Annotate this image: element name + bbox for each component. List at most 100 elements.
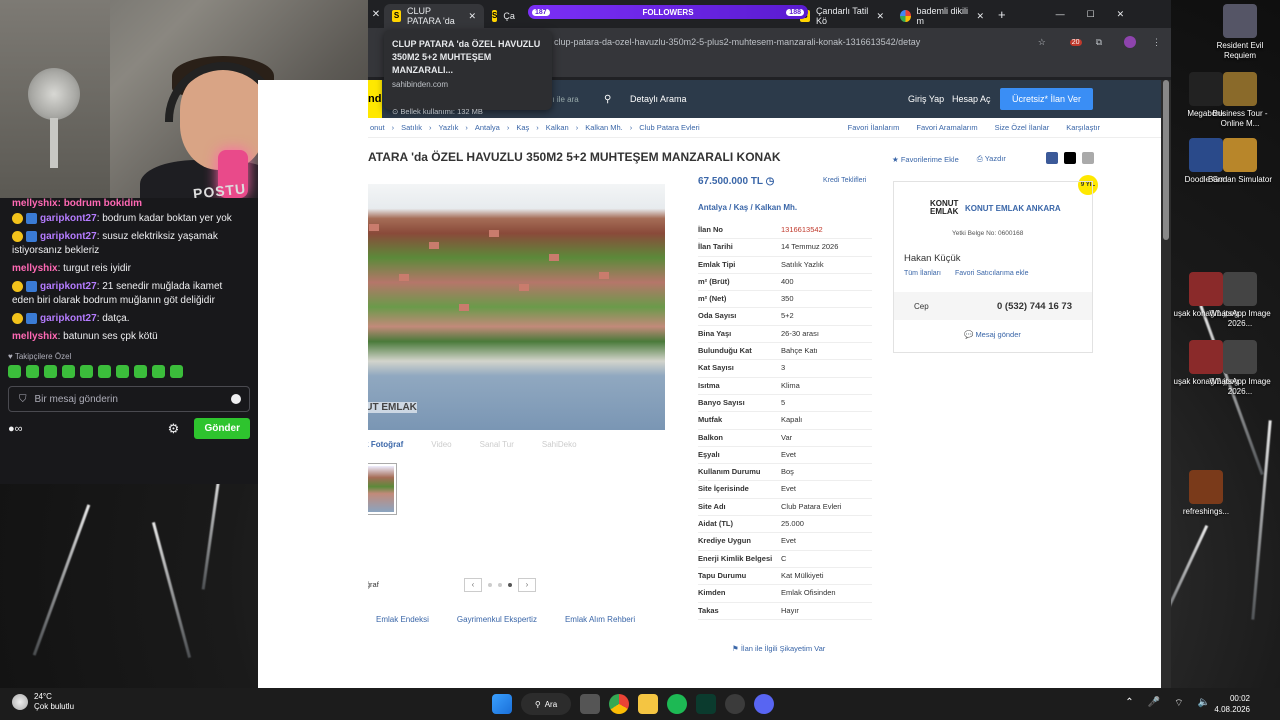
taskbar-search[interactable]: ⚲ Ara <box>521 693 571 715</box>
all-ads-link[interactable]: Tüm İlanları <box>904 270 941 277</box>
chat-username[interactable]: garipkont27 <box>40 281 97 292</box>
favorite-seller-link[interactable]: Favori Satıcılarıma ekle <box>955 270 1029 277</box>
desktop-icon[interactable]: Barman Simulator <box>1206 138 1274 185</box>
next-photo-button[interactable]: › <box>518 578 536 592</box>
facebook-icon[interactable] <box>1045 152 1058 164</box>
appraisal-link[interactable]: Gayrimenkul Ekspertiz <box>457 615 537 624</box>
discord-icon[interactable] <box>754 694 774 714</box>
breadcrumb-item[interactable]: Club Patara Evleri <box>639 123 699 132</box>
windows-start-icon[interactable] <box>492 694 512 714</box>
close-icon[interactable]: ✕ <box>876 11 884 22</box>
sahideko-tab[interactable]: SahiDeko <box>542 440 577 449</box>
desktop-icon[interactable]: WhatsApp Image 2026... <box>1206 272 1274 329</box>
steam-icon[interactable] <box>725 694 745 714</box>
mic-icon[interactable]: 🎤 <box>1148 697 1160 710</box>
emote-icon[interactable] <box>134 365 147 378</box>
print-button[interactable]: ⎙ Yazdır <box>977 154 1006 164</box>
profile-avatar[interactable] <box>1124 36 1136 48</box>
breadcrumb-item[interactable]: Yazlık <box>438 123 458 132</box>
chat-username[interactable]: garipkont27 <box>40 213 97 224</box>
maximize-icon[interactable]: ☐ <box>1087 9 1095 20</box>
virtual-tour-tab[interactable]: Sanal Tur <box>480 440 514 449</box>
close-window-icon[interactable]: ✕ <box>1117 9 1125 20</box>
minimize-icon[interactable]: — <box>1056 9 1065 19</box>
breadcrumb-item[interactable]: Kalkan <box>546 123 569 132</box>
tab[interactable]: S Ça <box>484 4 515 28</box>
gear-icon[interactable]: ⚙ <box>168 421 180 437</box>
new-tab-icon[interactable]: + <box>998 7 1006 22</box>
spotify-icon[interactable] <box>667 694 687 714</box>
close-icon[interactable]: ✕ <box>976 11 984 22</box>
emote-icon[interactable] <box>98 365 111 378</box>
phone-number[interactable]: 0 (532) 744 16 73 <box>997 301 1072 312</box>
detailed-search-link[interactable]: Detaylı Arama <box>630 94 687 104</box>
desktop-icon[interactable]: Business Tour - Online M... <box>1206 72 1274 129</box>
weather-widget[interactable]: 24°C Çok bulutlu <box>12 692 74 712</box>
favorite-ads-link[interactable]: Favori İlanlarım <box>848 123 900 132</box>
emote-icon[interactable] <box>8 365 21 378</box>
mail-icon[interactable] <box>1082 152 1095 164</box>
x-icon[interactable] <box>1063 152 1076 164</box>
chevron-up-icon[interactable]: ⌃ <box>1125 697 1133 710</box>
listing-location[interactable]: Antalya / Kaş / Kalkan Mh. <box>698 203 797 212</box>
register-link[interactable]: Hesap Aç <box>952 94 991 104</box>
chat-username[interactable]: garipkont27 <box>40 313 97 324</box>
scrollbar[interactable] <box>1161 80 1171 688</box>
chat-username[interactable]: mellyshix <box>12 331 58 342</box>
menu-icon[interactable]: ⋮ <box>1152 37 1161 48</box>
desktop-icon[interactable]: WhatsApp Image 2026... <box>1206 340 1274 397</box>
emote-icon[interactable] <box>80 365 93 378</box>
post-ad-button[interactable]: Ücretsiz* İlan Ver <box>1000 88 1094 110</box>
emote-icon[interactable] <box>116 365 129 378</box>
history-icon[interactable]: ◷ <box>766 176 775 187</box>
agency-name[interactable]: KONUT EMLAK ANKARA <box>965 204 1061 213</box>
emote-icon[interactable] <box>26 365 39 378</box>
breadcrumb-item[interactable]: Antalya <box>475 123 500 132</box>
volume-icon[interactable]: 🔈 <box>1198 697 1210 710</box>
emote-icon[interactable] <box>62 365 75 378</box>
favorite-searches-link[interactable]: Favori Aramalarım <box>916 123 977 132</box>
recommended-ads-link[interactable]: Size Özel İlanlar <box>995 123 1050 132</box>
report-listing-link[interactable]: ⚑ İlan ile İlgili Şikayetim Var <box>732 644 825 653</box>
breadcrumb-item[interactable]: Kaş <box>516 123 529 132</box>
close-icon[interactable]: ✕ <box>368 9 384 20</box>
real-estate-index-link[interactable]: Emlak Endeksi <box>376 615 429 624</box>
extension-badge[interactable]: 20 <box>1069 38 1082 46</box>
buying-guide-link[interactable]: Emlak Alım Rehberi <box>565 615 635 624</box>
breadcrumb-item[interactable]: Kalkan Mh. <box>585 123 623 132</box>
main-photo[interactable]: KONUT EMLAK <box>368 184 665 430</box>
points-icon[interactable]: ●∞ <box>8 423 23 435</box>
network-icon[interactable]: ⌔ <box>1174 697 1183 710</box>
emote-icon[interactable] <box>152 365 165 378</box>
site-logo[interactable]: nd <box>368 80 382 118</box>
tab-active[interactable]: S CLUP PATARA 'da ✕ <box>384 4 484 28</box>
emoji-icon[interactable] <box>231 394 241 404</box>
emote-icon[interactable] <box>170 365 183 378</box>
desktop-icon[interactable]: Resident Evil Requiem <box>1206 4 1274 61</box>
desktop-icon[interactable]: refreshings... <box>1172 470 1240 517</box>
video-tab[interactable]: Video <box>431 440 451 449</box>
send-button[interactable]: Gönder <box>194 418 250 439</box>
clock[interactable]: 00:02 4.08.2026 <box>1214 693 1250 715</box>
send-message-link[interactable]: 💬 Mesaj gönder <box>964 330 1021 339</box>
chrome-icon[interactable] <box>609 694 629 714</box>
extensions-icon[interactable]: ⧉ <box>1096 37 1102 48</box>
loan-offers-link[interactable]: Kredi Teklifleri <box>823 177 866 184</box>
photo-thumbnail[interactable] <box>368 463 397 515</box>
star-icon[interactable]: ☆ <box>1038 37 1046 48</box>
emote-icon[interactable] <box>44 365 57 378</box>
folder-icon[interactable] <box>638 694 658 714</box>
chat-username[interactable]: mellyshix <box>12 263 58 274</box>
chat-username[interactable]: garipkont27 <box>40 231 97 242</box>
url-text[interactable]: clup-patara-da-ozel-havuzlu-350m2-5-plus… <box>554 37 920 47</box>
large-photo-tab[interactable]: 🔍 Büyük Fotoğraf <box>368 440 403 449</box>
terminal-icon[interactable] <box>696 694 716 714</box>
login-link[interactable]: Giriş Yap <box>908 94 944 104</box>
emote-bar[interactable] <box>0 363 258 380</box>
add-favorites-button[interactable]: ★ Favorilerime Ekle <box>892 155 959 164</box>
chat-input[interactable]: ⛉ Bir mesaj gönderin <box>8 386 250 412</box>
breadcrumb-item[interactable]: Satılık <box>401 123 422 132</box>
tab[interactable]: bademli dikili m ✕ <box>892 4 992 28</box>
site-search-input[interactable]: dı ile ara <box>548 95 579 104</box>
close-icon[interactable]: ✕ <box>468 11 476 22</box>
